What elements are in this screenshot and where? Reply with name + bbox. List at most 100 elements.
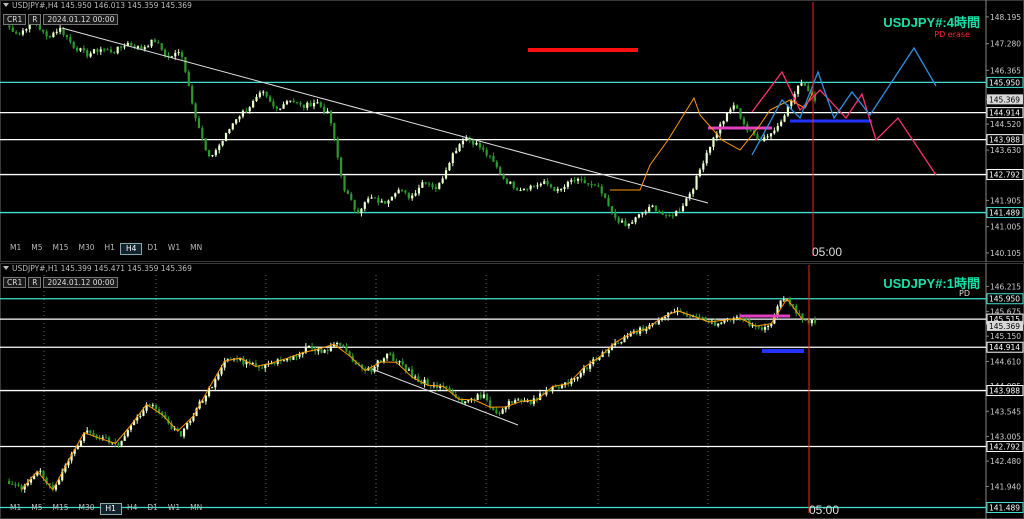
timeframe-h4-button[interactable]: H4	[122, 503, 142, 515]
timeframe-d1-button[interactable]: D1	[142, 503, 163, 515]
candle-body	[382, 358, 386, 363]
candle-body	[298, 354, 301, 357]
candle-body	[113, 52, 116, 54]
timeframe-h1-button[interactable]: H1	[99, 503, 122, 515]
h4-chart-canvas[interactable]: 148.195 147.280 146.365 145.369 144.520 143.6…	[0, 0, 1024, 262]
timeframe-m15-button[interactable]: M15	[48, 503, 74, 515]
candle-body	[104, 437, 108, 439]
price-axis-label: 144.610	[990, 357, 1021, 366]
timeframe-d1-button[interactable]: D1	[142, 243, 163, 255]
candle-body	[554, 386, 557, 388]
candle-body	[539, 183, 542, 186]
candle-body	[76, 445, 79, 450]
h1-chart-panel[interactable]: 146.215145.675145.150144.610144.085143.5…	[0, 263, 1024, 519]
candle-body	[273, 363, 276, 365]
timeframe-mn-button[interactable]: MN	[185, 503, 207, 515]
candle-body	[99, 49, 102, 52]
candle-body	[725, 112, 729, 122]
price-axis-label: 143.545	[990, 407, 1021, 416]
price-axis-label: 146.365	[990, 66, 1021, 75]
timeframe-h1-button[interactable]: H1	[100, 243, 120, 255]
candle-body	[556, 189, 559, 191]
candle-body	[448, 163, 451, 171]
candle-body	[441, 178, 444, 184]
candle-body	[319, 102, 322, 107]
candle-body	[404, 190, 407, 193]
candle-body	[488, 155, 492, 157]
candle-body	[604, 193, 607, 198]
r-button[interactable]: R	[28, 277, 42, 288]
candle-body	[103, 49, 106, 51]
candle-body	[560, 188, 563, 190]
candle-body	[414, 193, 417, 196]
candle-body	[261, 367, 264, 369]
h1-symbol-header: USDJPY#,H1 145.399 145.471 145.359 145.3…	[3, 264, 192, 273]
candle-body	[123, 46, 126, 48]
candle-body	[458, 144, 461, 152]
timeframe-m30-button[interactable]: M30	[74, 243, 100, 255]
candle-body	[763, 327, 767, 330]
candle-body	[397, 189, 400, 194]
timeframe-w1-button[interactable]: W1	[163, 503, 185, 515]
candle-body	[309, 102, 312, 107]
candle-body	[597, 185, 600, 187]
candle-body	[722, 121, 725, 125]
r-button[interactable]: R	[28, 14, 42, 25]
price-axis-label: 142.480	[990, 457, 1021, 466]
timeframe-m15-button[interactable]: M15	[48, 243, 74, 255]
h4-subtitle: PD erase	[934, 30, 970, 39]
candle-body	[664, 214, 668, 216]
candle-body	[499, 167, 502, 175]
cr1-button[interactable]: CR1	[3, 277, 27, 288]
candle-body	[329, 346, 332, 351]
candle-body	[367, 198, 370, 203]
candle-body	[55, 31, 58, 33]
candle-body	[296, 101, 299, 103]
candle-body	[92, 433, 95, 436]
candle-body	[69, 37, 72, 42]
candle-body	[52, 32, 55, 38]
candle-body	[417, 187, 421, 194]
candle-body	[336, 138, 339, 158]
candle-body	[692, 189, 695, 194]
candle-body	[580, 178, 583, 181]
timeframe-h4-button[interactable]: H4	[119, 243, 143, 255]
candle-body	[634, 217, 637, 223]
candle-body	[698, 316, 701, 318]
cr1-button[interactable]: CR1	[3, 14, 27, 25]
h4-symbol-header: USDJPY#,H4 145.950 146.013 145.359 145.3…	[3, 1, 192, 10]
candle-body	[627, 223, 630, 226]
timeframe-m1-button[interactable]: M1	[5, 503, 26, 515]
candle-body	[546, 181, 549, 185]
timeframe-m30-button[interactable]: M30	[74, 503, 100, 515]
timeframe-m5-button[interactable]: M5	[26, 503, 47, 515]
candle-body	[356, 209, 360, 214]
candle-body	[312, 103, 316, 107]
candle-body	[228, 129, 231, 134]
candle-body	[214, 150, 217, 156]
candle-body	[803, 83, 806, 86]
h4-chart-panel[interactable]: 148.195 147.280 146.365 145.369 144.520 143.6…	[0, 0, 1024, 262]
candle-body	[472, 140, 475, 145]
candle-body	[42, 29, 45, 32]
candle-body	[350, 193, 353, 200]
timeframe-w1-button[interactable]: W1	[163, 243, 185, 255]
candle-body	[637, 214, 641, 218]
candle-body	[796, 85, 800, 94]
candle-body	[151, 404, 154, 406]
candle-body	[519, 190, 522, 192]
timeframe-m5-button[interactable]: M5	[26, 243, 47, 255]
timeframe-mn-button[interactable]: MN	[185, 243, 207, 255]
candle-body	[434, 187, 437, 189]
h1-date-controls: CR1 R 2024.01.12 00:00	[3, 277, 119, 288]
candle-body	[593, 184, 597, 186]
candle-body	[736, 105, 739, 109]
timeframe-m1-button[interactable]: M1	[5, 243, 26, 255]
h1-chart-canvas[interactable]: 146.215145.675145.150144.610144.085143.5…	[0, 263, 1024, 519]
candle-body	[431, 184, 434, 188]
candle-body	[585, 367, 589, 369]
candle-body	[392, 353, 395, 361]
candle-body	[620, 342, 623, 344]
candle-body	[86, 50, 89, 57]
candle-body	[668, 214, 671, 216]
